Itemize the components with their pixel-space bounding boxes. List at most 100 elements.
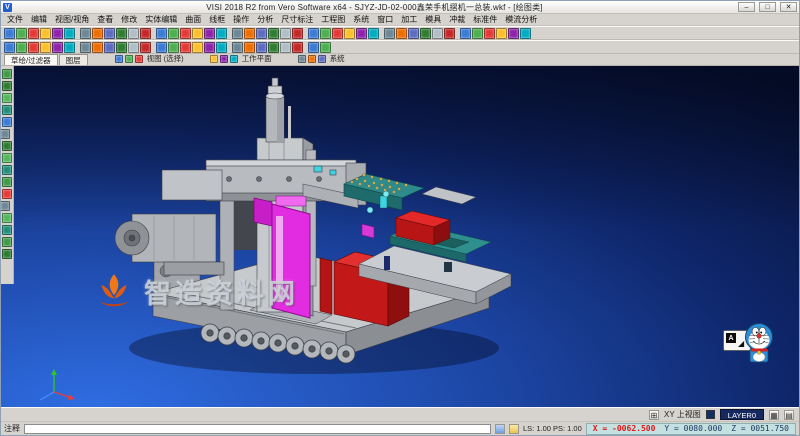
toolbar-icon[interactable] [16,42,27,53]
toolbar-icon[interactable] [4,28,15,39]
toolbar-icon[interactable] [444,28,455,39]
toolbar-icon[interactable] [2,81,12,91]
toolbar-icon[interactable] [268,28,279,39]
toolbar-icon[interactable] [116,42,127,53]
layer-indicator[interactable]: LAYER0 [720,409,764,420]
toolbar-icon[interactable] [2,177,12,187]
toolbar-icon[interactable] [52,28,63,39]
toolbar-icon[interactable] [192,28,203,39]
toolbar-icon[interactable] [508,28,519,39]
toolbar-icon[interactable] [2,165,12,175]
toolbar-icon[interactable] [484,28,495,39]
toolbar-icon[interactable] [128,42,139,53]
toolbar-icon[interactable] [180,42,191,53]
panel-toggle-icon-1[interactable]: ▦ [769,410,779,420]
toolbar-icon[interactable] [180,28,191,39]
menu-item-8[interactable]: 线框 [205,14,229,25]
menu-item-18[interactable]: 标准件 [469,14,501,25]
menu-item-17[interactable]: 冲裁 [445,14,469,25]
toolbar-icon[interactable] [116,28,127,39]
toolbar-icon[interactable] [344,28,355,39]
toolbar-icon[interactable] [318,55,326,63]
toolbar-icon[interactable] [168,42,179,53]
menu-item-11[interactable]: 尺寸标注 [277,14,317,25]
toolbar-icon[interactable] [64,42,75,53]
menu-item-12[interactable]: 工程图 [317,14,349,25]
toolbar-icon[interactable] [1,129,10,139]
maximize-button[interactable]: □ [759,2,776,12]
menu-item-16[interactable]: 模具 [421,14,445,25]
tab-2[interactable]: 图层 [59,54,88,65]
menu-item-10[interactable]: 分析 [253,14,277,25]
toolbar-icon[interactable] [432,28,443,39]
toolbar-icon[interactable] [156,42,167,53]
toolbar-icon[interactable] [298,55,306,63]
toolbar-icon[interactable] [204,42,215,53]
toolbar-icon[interactable] [332,28,343,39]
toolbar-icon[interactable] [220,55,228,63]
toolbar-icon[interactable] [2,189,12,199]
menu-item-5[interactable]: 修改 [117,14,141,25]
toolbar-icon[interactable] [292,42,303,53]
toolbar-icon[interactable] [156,28,167,39]
menu-item-3[interactable]: 视图/视角 [51,14,93,25]
toolbar-icon[interactable] [4,42,15,53]
toolbar-icon[interactable] [308,28,319,39]
toolbar-icon[interactable] [115,55,123,63]
menu-item-1[interactable]: 文件 [3,14,27,25]
toolbar-icon[interactable] [368,28,379,39]
menu-item-15[interactable]: 加工 [397,14,421,25]
toolbar-icon[interactable] [308,55,316,63]
toolbar-icon[interactable] [2,237,12,247]
toolbar-icon[interactable] [2,225,12,235]
toolbar-icon[interactable] [125,55,133,63]
lock-icon[interactable] [509,424,519,434]
toolbar-icon[interactable] [16,28,27,39]
menu-item-19[interactable]: 模流分析 [501,14,541,25]
toolbar-icon[interactable] [280,28,291,39]
toolbar-icon[interactable] [2,117,12,127]
toolbar-icon[interactable] [28,42,39,53]
toolbar-icon[interactable] [308,42,319,53]
toolbar-icon[interactable] [292,28,303,39]
toolbar-icon[interactable] [256,42,267,53]
toolbar-icon[interactable] [2,93,12,103]
annotation-input[interactable] [24,424,491,434]
toolbar-icon[interactable] [2,141,12,151]
toolbar-icon[interactable] [135,55,143,63]
close-button[interactable]: ✕ [780,2,797,12]
3d-viewport[interactable]: 智造资料网 A ◢ [1,66,799,407]
toolbar-icon[interactable] [104,42,115,53]
toolbar-icon[interactable] [420,28,431,39]
toolbar-icon[interactable] [232,28,243,39]
tab-1[interactable]: 草绘/过滤器 [4,54,58,65]
toolbar-icon[interactable] [210,55,218,63]
toolbar-icon[interactable] [64,28,75,39]
toolbar-icon[interactable] [92,28,103,39]
toolbar-icon[interactable] [92,42,103,53]
toolbar-icon[interactable] [460,28,471,39]
toolbar-icon[interactable] [320,28,331,39]
active-color-swatch[interactable] [706,410,715,419]
menu-item-2[interactable]: 编辑 [27,14,51,25]
toolbar-icon[interactable] [2,153,12,163]
toolbar-icon[interactable] [216,42,227,53]
toolbar-icon[interactable] [168,28,179,39]
snap-icon[interactable] [495,424,505,434]
toolbar-icon[interactable] [140,42,151,53]
menu-item-7[interactable]: 曲面 [181,14,205,25]
toolbar-icon[interactable] [40,28,51,39]
toolbar-icon[interactable] [216,28,227,39]
toolbar-icon[interactable] [28,28,39,39]
toolbar-icon[interactable] [408,28,419,39]
menu-item-9[interactable]: 操作 [229,14,253,25]
toolbar-icon[interactable] [520,28,531,39]
toolbar-icon[interactable] [192,42,203,53]
toolbar-icon[interactable] [268,42,279,53]
toolbar-icon[interactable] [204,28,215,39]
toolbar-icon[interactable] [472,28,483,39]
grid-icon[interactable]: ⊞ [649,410,659,420]
menu-item-4[interactable]: 查看 [93,14,117,25]
toolbar-icon[interactable] [230,55,238,63]
toolbar-icon[interactable] [40,42,51,53]
